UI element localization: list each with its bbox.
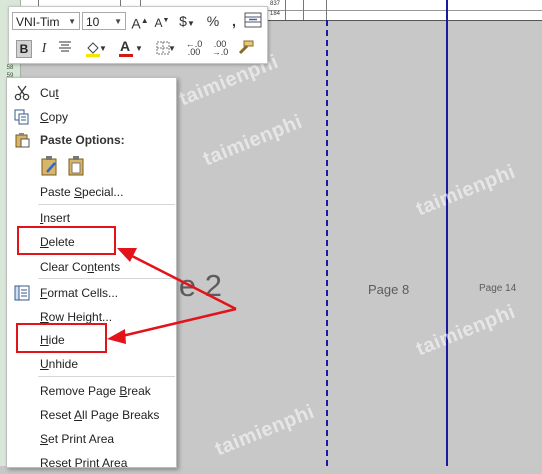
arrow-head-hide [107,329,126,344]
arrow-to-hide [121,307,237,338]
annotation-arrows [107,248,237,344]
arrow-head-delete [117,248,137,262]
arrow-to-delete [131,254,237,311]
